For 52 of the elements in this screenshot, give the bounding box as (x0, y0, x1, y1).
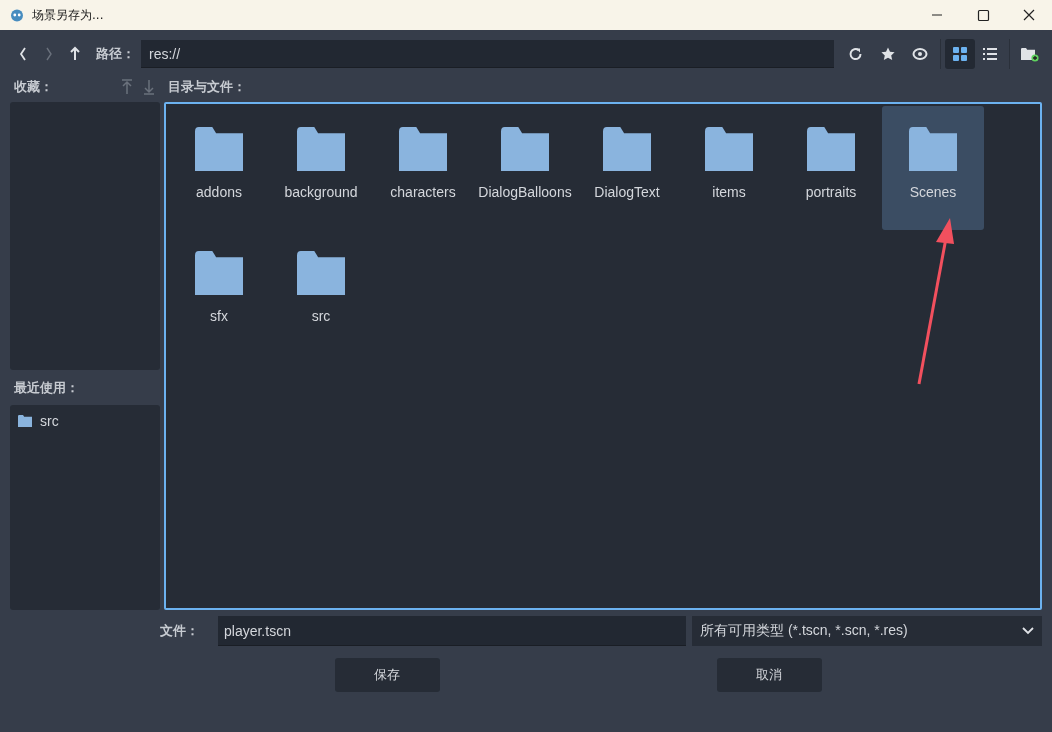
folder-name: src (310, 307, 332, 325)
filename-field[interactable]: player.tscn (218, 616, 686, 646)
folder-icon (195, 251, 243, 295)
folder-name: DialogBalloons (477, 183, 573, 201)
folder-icon (705, 127, 753, 171)
folder-name: DialogText (593, 183, 661, 201)
window-title: 场景另存为... (32, 6, 104, 24)
folder-icon (297, 127, 345, 171)
folder-icon (195, 127, 243, 171)
folder-icon (603, 127, 651, 171)
view-toggle[interactable] (945, 39, 975, 69)
folder-name: items (711, 183, 747, 201)
folder-item[interactable]: items (678, 106, 780, 230)
folder-item[interactable]: src (270, 230, 372, 354)
path-field[interactable]: res:// (141, 40, 834, 68)
favorites-label: 收藏： (14, 78, 53, 96)
filter-dropdown[interactable]: 所有可用类型 (*.tscn, *.scn, *.res) (692, 616, 1042, 646)
list-view-icon (982, 46, 998, 62)
folder-item[interactable]: addons (168, 106, 270, 230)
new-folder-icon[interactable] (1021, 46, 1039, 62)
dialog-button[interactable]: 保存 (334, 658, 440, 692)
app-logo-icon (10, 8, 24, 22)
folder-icon (18, 415, 32, 427)
files-label: 目录与文件： (168, 78, 246, 96)
folder-icon (807, 127, 855, 171)
grid-view-icon (952, 46, 968, 62)
folder-name: background (283, 183, 359, 201)
folder-name: addons (195, 183, 243, 201)
recent-item[interactable]: src (40, 413, 59, 429)
folder-name: Scenes (908, 183, 958, 201)
folder-name: portraits (804, 183, 858, 201)
folder-icon (297, 251, 345, 295)
folder-item[interactable]: portraits (780, 106, 882, 230)
path-label: 路径： (96, 45, 135, 63)
caret-icon (1022, 627, 1034, 635)
folder-item[interactable]: sfx (168, 230, 270, 354)
recent-label: 最近使用： (14, 378, 79, 397)
folder-item[interactable]: background (270, 106, 372, 230)
eye-icon[interactable] (912, 46, 928, 62)
folder-icon (399, 127, 447, 171)
folder-name: characters (389, 183, 457, 201)
folder-name: sfx (209, 307, 229, 325)
folder-icon (501, 127, 549, 171)
folder-item[interactable]: characters (372, 106, 474, 230)
refresh-icon[interactable] (848, 46, 864, 62)
folder-item[interactable]: DialogBalloons (474, 106, 576, 230)
file-label: 文件： (160, 622, 200, 640)
folder-item[interactable]: Scenes (882, 106, 984, 230)
folder-item[interactable]: DialogText (576, 106, 678, 230)
star-icon[interactable] (880, 46, 896, 62)
dialog-button[interactable]: 取消 (716, 658, 822, 692)
folder-icon (909, 127, 957, 171)
